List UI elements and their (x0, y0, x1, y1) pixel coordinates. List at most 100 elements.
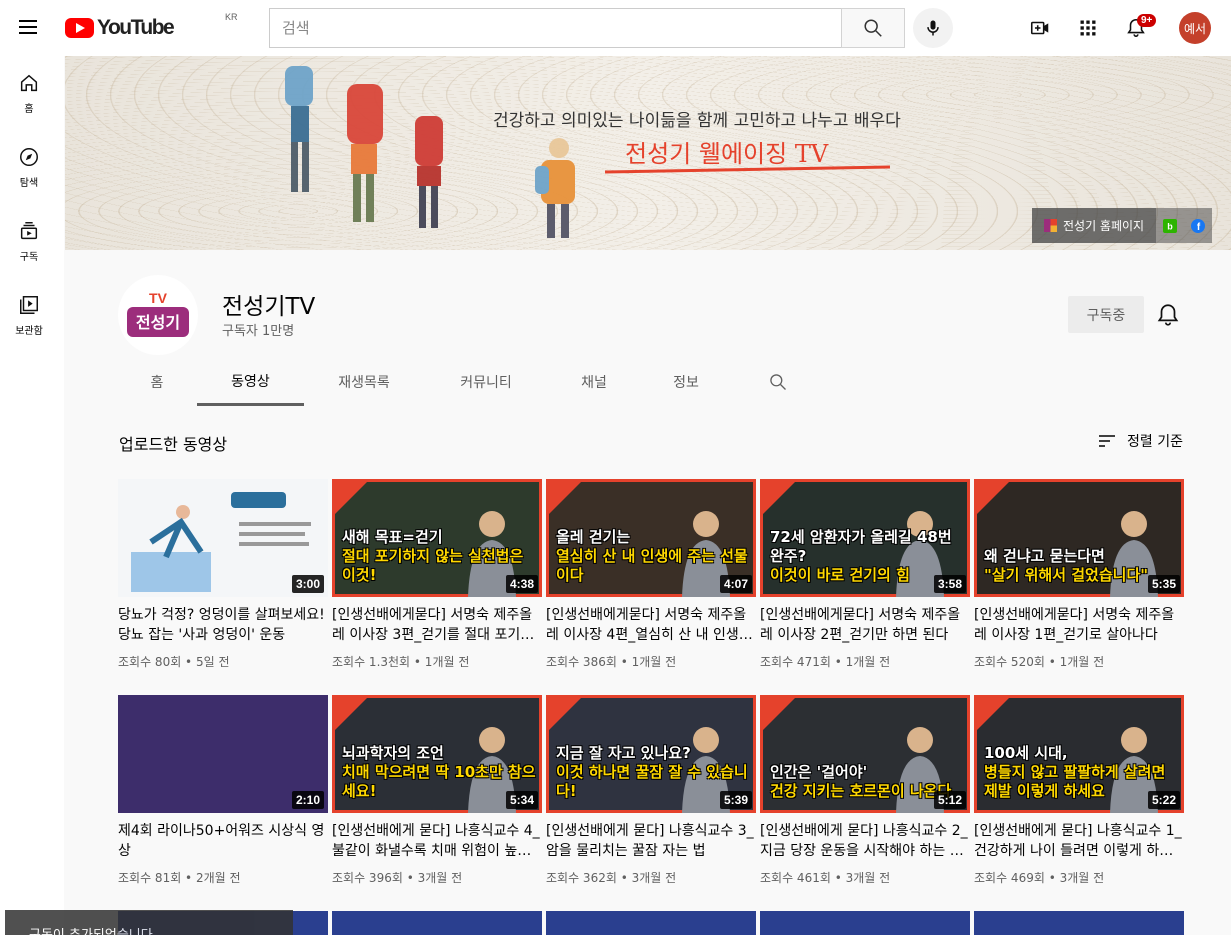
brand-corner-tag (335, 698, 367, 730)
microphone-icon (927, 20, 939, 36)
video-card[interactable]: 인간은 '걸어야' 건강 지키는 호르몬이 나온다 5:12 [인생선배에게 묻… (760, 695, 970, 886)
video-duration: 5:35 (1147, 575, 1180, 593)
channel-avatar[interactable]: TV 전성기 (118, 275, 198, 355)
video-card[interactable]: 지금 잘 자고 있나요? 이것 하나면 꿀잠 잘 수 있습니다! 5:39 [인… (546, 695, 756, 886)
video-title[interactable]: 당뇨가 걱정? 엉덩이를 살펴보세요! 당뇨 잡는 '사과 엉덩이' 운동 (118, 605, 328, 645)
video-duration: 4:07 (719, 575, 752, 593)
hiker-figurines-illustration (285, 66, 575, 238)
video-title[interactable]: [인생선배에게 묻다] 나흥식교수 1_ 건강하게 나이 들려면 이렇게 하세요 (974, 821, 1184, 861)
video-card[interactable]: 100세 시대, 병들지 않고 팔팔하게 살려면 제발 이렇게 하세요 5:22… (974, 695, 1184, 886)
section-title: 업로드한 동영상 (119, 435, 228, 454)
video-thumbnail[interactable]: 인간은 '걸어야' 건강 지키는 호르몬이 나온다 5:12 (760, 695, 970, 813)
video-thumbnail-partial[interactable] (974, 911, 1184, 935)
video-metadata: 조회수 461회 • 3개월 전 (760, 871, 891, 885)
video-thumbnail[interactable]: 72세 암환자가 올레길 48번 완주? 이것이 바로 걷기의 힘 3:58 (760, 479, 970, 597)
video-card[interactable]: 뇌과학자의 조언 치매 막으려면 딱 10초만 참으세요! 5:34 [인생선배… (332, 695, 542, 886)
video-duration: 3:58 (933, 575, 966, 593)
brand-corner-tag (763, 698, 795, 730)
notification-badge: 9+ (1137, 14, 1157, 27)
thumbnail-caption: 인간은 '걸어야' 건강 지키는 호르몬이 나온다 (770, 763, 952, 800)
video-title[interactable]: 제4회 라이나50+어워즈 시상식 영상 (118, 821, 328, 861)
video-thumbnail[interactable]: 100세 시대, 병들지 않고 팔팔하게 살려면 제발 이렇게 하세요 5:22 (974, 695, 1184, 813)
svg-text:b: b (1167, 221, 1173, 231)
channel-name: 전성기TV (222, 294, 316, 320)
library-icon (20, 295, 38, 314)
naver-blog-link[interactable]: b (1156, 208, 1184, 243)
tab-channels[interactable]: 채널 (569, 358, 619, 406)
search-button[interactable] (841, 8, 905, 48)
create-video-button[interactable] (1024, 12, 1056, 44)
tab-videos[interactable]: 동영상 (197, 358, 304, 406)
apps-button[interactable] (1072, 12, 1104, 44)
menu-icon[interactable] (16, 16, 40, 40)
facebook-link[interactable]: f (1184, 208, 1212, 243)
tab-community[interactable]: 커뮤니티 (442, 358, 530, 406)
search-input[interactable] (270, 9, 842, 47)
youtube-play-icon (65, 18, 94, 38)
apps-grid-icon (1080, 20, 1096, 36)
video-title[interactable]: [인생선배에게묻다] 서명숙 제주올레 이사장 3편_걷기를 절대 포기하지 않… (332, 605, 542, 645)
youtube-logo[interactable]: YouTube KR (65, 12, 238, 40)
video-title[interactable]: [인생선배에게묻다] 서명숙 제주올레 이사장 4편_열심히 산 내 인생에 주… (546, 605, 756, 645)
video-thumbnail-partial[interactable] (546, 911, 756, 935)
video-metadata: 조회수 520회 • 1개월 전 (974, 655, 1105, 669)
tab-playlists[interactable]: 재생목록 (320, 358, 408, 406)
facebook-icon: f (1191, 218, 1206, 233)
channel-logo-icon: TV 전성기 (127, 290, 189, 337)
video-card[interactable]: 올레 걷기는 열심히 산 내 인생에 주는 선물이다 4:07 [인생선배에게묻… (546, 479, 756, 670)
thumbnail-caption: 왜 걷냐고 묻는다면 "살기 위해서 걸었습니다" (984, 547, 1149, 584)
brand-corner-tag (335, 482, 367, 514)
video-title[interactable]: [인생선배에게 묻다] 나흥식교수 4_ 불같이 화낼수록 치매 위험이 높아진… (332, 821, 542, 861)
video-thumbnail[interactable]: 올레 걷기는 열심히 산 내 인생에 주는 선물이다 4:07 (546, 479, 756, 597)
video-metadata: 조회수 471회 • 1개월 전 (760, 655, 891, 669)
video-card[interactable]: 3:00 당뇨가 걱정? 엉덩이를 살펴보세요! 당뇨 잡는 '사과 엉덩이' … (118, 479, 328, 670)
video-thumbnail-partial[interactable] (760, 911, 970, 935)
home-icon (20, 74, 38, 91)
banner-title: 전성기 웰에이징 TV (625, 140, 829, 168)
brand-corner-tag (763, 482, 795, 514)
video-camera-plus-icon (1030, 21, 1049, 35)
video-thumbnail[interactable]: 3:00 (118, 479, 328, 597)
video-card[interactable]: 72세 암환자가 올레길 48번 완주? 이것이 바로 걷기의 힘 3:58 [… (760, 479, 970, 670)
video-thumbnail-partial[interactable] (332, 911, 542, 935)
video-duration: 5:34 (505, 791, 538, 809)
video-metadata: 조회수 386회 • 1개월 전 (546, 655, 677, 669)
video-title[interactable]: [인생선배에게묻다] 서명숙 제주올레 이사장 2편_걷기만 하면 된다 (760, 605, 970, 645)
video-card[interactable]: 새해 목표=걷기 절대 포기하지 않는 실천법은 이것! 4:38 [인생선배에… (332, 479, 542, 670)
guide-item-subscriptions[interactable]: 구독 (0, 204, 58, 278)
video-title[interactable]: [인생선배에게 묻다] 나흥식교수 3_ 암을 물리치는 꿀잠 자는 법 (546, 821, 756, 861)
video-duration: 2:10 (291, 791, 324, 809)
channel-search-button[interactable] (763, 358, 793, 406)
video-thumbnail[interactable]: 2:10 (118, 695, 328, 813)
video-card[interactable]: 왜 걷냐고 묻는다면 "살기 위해서 걸었습니다" 5:35 [인생선배에게묻다… (974, 479, 1184, 670)
tab-about[interactable]: 정보 (661, 358, 711, 406)
video-title[interactable]: [인생선배에게 묻다] 나흥식교수 2_지금 당장 운동을 시작해야 하는 이유 (760, 821, 970, 861)
account-avatar[interactable]: 예서 (1179, 12, 1211, 44)
video-card[interactable]: 2:10 제4회 라이나50+어워즈 시상식 영상 조회수 81회 • 2개월 … (118, 695, 328, 886)
video-metadata: 조회수 396회 • 3개월 전 (332, 871, 463, 885)
banner-tagline: 건강하고 의미있는 나이듦을 함께 고민하고 나누고 배우다 (493, 111, 901, 131)
sort-button[interactable]: 정렬 기준 (1097, 431, 1183, 451)
video-thumbnail[interactable]: 왜 걷냐고 묻는다면 "살기 위해서 걸었습니다" 5:35 (974, 479, 1184, 597)
notification-bell-button[interactable] (1155, 302, 1181, 328)
video-duration: 4:38 (505, 575, 538, 593)
banner-links: 전성기 홈페이지 b f (1032, 208, 1213, 243)
homepage-link[interactable]: 전성기 홈페이지 (1032, 208, 1157, 243)
region-label: KR (225, 12, 238, 22)
video-duration: 5:22 (1147, 791, 1180, 809)
video-thumbnail[interactable]: 지금 잘 자고 있나요? 이것 하나면 꿀잠 잘 수 있습니다! 5:39 (546, 695, 756, 813)
voice-search-button[interactable] (913, 8, 953, 48)
video-metadata: 조회수 469회 • 3개월 전 (974, 871, 1105, 885)
sort-icon (1099, 435, 1115, 447)
guide-item-explore[interactable]: 탐색 (0, 130, 58, 204)
tab-home[interactable]: 홈 (129, 358, 185, 406)
video-thumbnail[interactable]: 뇌과학자의 조언 치매 막으려면 딱 10초만 참으세요! 5:34 (332, 695, 542, 813)
brand-corner-tag (549, 698, 581, 730)
guide-item-home[interactable]: 홈 (0, 56, 58, 130)
video-title[interactable]: [인생선배에게묻다] 서명숙 제주올레 이사장 1편_걷기로 살아나다 (974, 605, 1184, 645)
video-thumbnail[interactable]: 새해 목표=걷기 절대 포기하지 않는 실천법은 이것! 4:38 (332, 479, 542, 597)
video-metadata: 조회수 81회 • 2개월 전 (118, 871, 241, 885)
subscribed-button[interactable]: 구독중 (1068, 296, 1144, 333)
videos-section: 업로드한 동영상 정렬 기준 3:00 당뇨가 걱정? 엉덩이를 살펴보세요! … (65, 407, 1231, 935)
guide-item-library[interactable]: 보관함 (0, 278, 58, 352)
